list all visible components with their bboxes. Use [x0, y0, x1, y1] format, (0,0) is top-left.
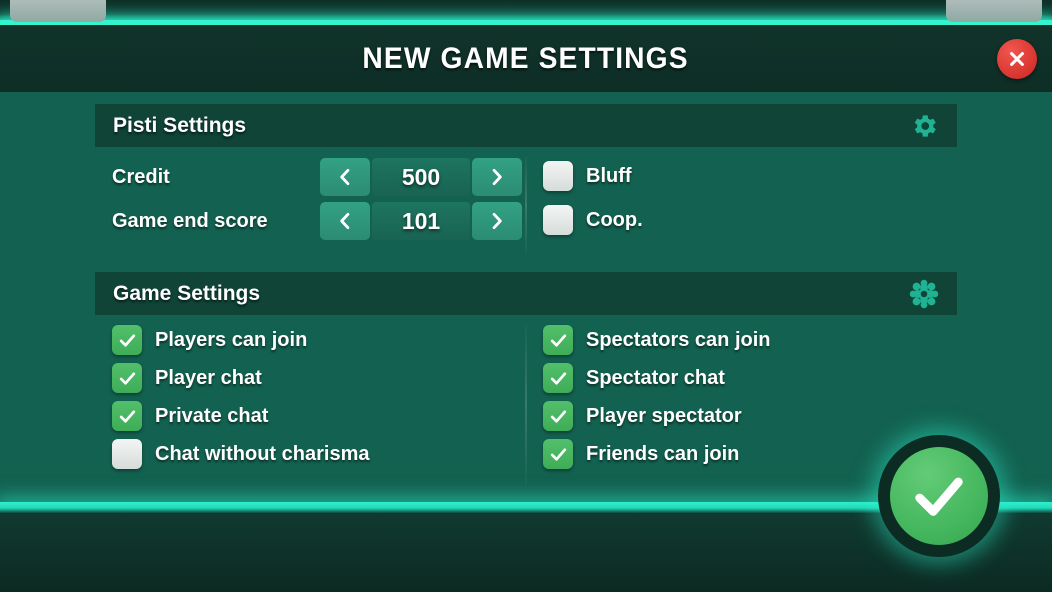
gear-icon[interactable]	[909, 111, 939, 141]
dialog-titlebar: NEW GAME SETTINGS	[0, 25, 1052, 92]
credit-value[interactable]: 500	[372, 158, 470, 196]
coop-checkbox[interactable]	[543, 205, 573, 235]
game-end-score-value[interactable]: 101	[372, 202, 470, 240]
confirm-button[interactable]	[878, 435, 1000, 557]
player-chat-row[interactable]: Player chat	[112, 363, 262, 393]
pisti-settings-header: Pisti Settings	[95, 104, 957, 147]
spectators-can-join-label: Spectators can join	[586, 328, 771, 351]
pisti-settings-body: Credit 500 Game end score 101 Bluff Coop…	[95, 156, 957, 256]
confirm-button-face	[890, 447, 988, 545]
game-end-score-stepper: 101	[320, 202, 522, 240]
player-chat-checkbox[interactable]	[112, 363, 142, 393]
coop-label: Coop.	[586, 208, 643, 231]
friends-can-join-label: Friends can join	[586, 442, 740, 465]
chat-without-charisma-row[interactable]: Chat without charisma	[112, 439, 369, 469]
pisti-column-divider	[525, 156, 527, 254]
game-end-score-increment-button[interactable]	[472, 202, 522, 240]
corner-tab-right[interactable]	[946, 0, 1042, 22]
cog-knob-icon[interactable]	[909, 279, 939, 309]
coop-checkbox-row[interactable]: Coop.	[543, 205, 643, 235]
private-chat-row[interactable]: Private chat	[112, 401, 268, 431]
game-column-divider	[525, 325, 527, 485]
private-chat-label: Private chat	[155, 404, 269, 427]
chevron-right-icon	[487, 165, 507, 189]
game-settings-body: Players can join Player chat Private cha…	[95, 325, 957, 490]
page-title: NEW GAME SETTINGS	[362, 41, 690, 75]
chat-without-charisma-label: Chat without charisma	[155, 442, 370, 465]
spectator-chat-row[interactable]: Spectator chat	[543, 363, 725, 393]
chevron-left-icon	[335, 209, 355, 233]
player-spectator-label: Player spectator	[586, 404, 742, 427]
chevron-right-icon	[487, 209, 507, 233]
credit-increment-button[interactable]	[472, 158, 522, 196]
players-can-join-label: Players can join	[155, 328, 308, 351]
bluff-checkbox-row[interactable]: Bluff	[543, 161, 632, 191]
player-spectator-checkbox[interactable]	[543, 401, 573, 431]
friends-can-join-checkbox[interactable]	[543, 439, 573, 469]
pisti-settings-title: Pisti Settings	[113, 113, 247, 137]
bluff-label: Bluff	[586, 164, 632, 187]
chevron-left-icon	[335, 165, 355, 189]
new-game-settings-dialog: NEW GAME SETTINGS Pisti Settings Credit …	[0, 0, 1052, 592]
player-chat-label: Player chat	[155, 366, 262, 389]
game-end-score-label: Game end score	[112, 210, 268, 232]
spectators-can-join-row[interactable]: Spectators can join	[543, 325, 771, 355]
player-spectator-row[interactable]: Player spectator	[543, 401, 742, 431]
players-can-join-row[interactable]: Players can join	[112, 325, 307, 355]
friends-can-join-row[interactable]: Friends can join	[543, 439, 739, 469]
players-can-join-checkbox[interactable]	[112, 325, 142, 355]
spectator-chat-checkbox[interactable]	[543, 363, 573, 393]
chat-without-charisma-checkbox[interactable]	[112, 439, 142, 469]
spectator-chat-label: Spectator chat	[586, 366, 725, 389]
spectators-can-join-checkbox[interactable]	[543, 325, 573, 355]
private-chat-checkbox[interactable]	[112, 401, 142, 431]
dialog-body: Pisti Settings Credit 500 Game end score…	[0, 92, 1052, 502]
check-icon	[910, 467, 968, 525]
credit-label: Credit	[112, 166, 170, 188]
bluff-checkbox[interactable]	[543, 161, 573, 191]
credit-decrement-button[interactable]	[320, 158, 370, 196]
credit-stepper: 500	[320, 158, 522, 196]
top-glow-strip	[0, 0, 1052, 26]
close-button[interactable]	[997, 38, 1037, 79]
game-settings-title: Game Settings	[113, 281, 261, 305]
game-settings-header: Game Settings	[95, 272, 957, 315]
close-x-icon	[1007, 49, 1027, 69]
corner-tab-left[interactable]	[10, 0, 106, 22]
game-end-score-decrement-button[interactable]	[320, 202, 370, 240]
